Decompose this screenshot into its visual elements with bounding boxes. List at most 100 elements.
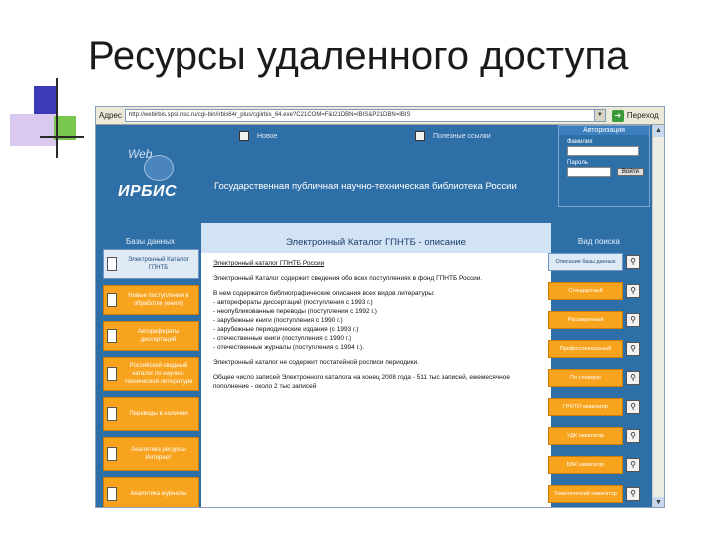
top-link-new[interactable]: Новое xyxy=(199,131,375,141)
search-type-description[interactable]: Описание базы данных ⚲ xyxy=(548,251,640,273)
book-icon xyxy=(107,257,117,271)
decor-vertical-line xyxy=(56,78,58,158)
search-type-heading: Вид поиска xyxy=(577,237,620,246)
auth-panel: Авторизация Фамилия Пароль Войти xyxy=(558,125,650,207)
db-item-union-catalog[interactable]: Российский сводный каталог по научно-тех… xyxy=(103,357,199,391)
search-type-label: Тематический навигатор xyxy=(548,485,623,503)
db-item-electronic-catalog[interactable]: Электронный Каталог ГПНТБ xyxy=(103,249,199,279)
search-type-udc[interactable]: УДК навигатор ⚲ xyxy=(548,425,640,447)
search-type-extended[interactable]: Расширенный ⚲ xyxy=(548,309,640,331)
list-item: - отечественные журналы (поступления с 1… xyxy=(213,344,364,351)
scroll-up-icon[interactable]: ▲ xyxy=(653,125,664,137)
list-item: - неопубликованные переводы (поступления… xyxy=(213,308,377,315)
search-icon[interactable]: ⚲ xyxy=(626,458,640,472)
slide-title: Ресурсы удаленного доступа xyxy=(88,34,629,78)
go-arrow-icon[interactable]: ➜ xyxy=(611,109,624,122)
scroll-down-icon[interactable]: ▼ xyxy=(653,497,664,507)
database-list: Электронный Каталог ГПНТБ Новые поступле… xyxy=(103,249,199,507)
db-item-new-arrivals[interactable]: Новые поступления в обработке (книги) xyxy=(103,285,199,315)
databases-heading: Базы данных xyxy=(126,237,175,246)
document-icon xyxy=(415,131,425,141)
address-label: Адрес xyxy=(99,111,122,120)
book-icon xyxy=(107,447,117,461)
search-type-label: Описание базы данных xyxy=(548,253,623,271)
book-icon xyxy=(107,487,117,501)
db-item-label: Переводы в наличии xyxy=(129,411,188,417)
search-type-grnti[interactable]: ГРНТИ навигатор ⚲ xyxy=(548,396,640,418)
vertical-scrollbar[interactable]: ▲ ▼ xyxy=(652,125,664,507)
search-type-professional[interactable]: Профессиональный ⚲ xyxy=(548,338,640,360)
db-item-journals[interactable]: Аналитика журналы xyxy=(103,477,199,507)
search-icon[interactable]: ⚲ xyxy=(626,342,640,356)
address-dropdown-icon[interactable]: ▼ xyxy=(594,109,606,122)
search-type-dictionary[interactable]: По словарю ⚲ xyxy=(548,367,640,389)
logo-irbis-text: ИРБИС xyxy=(118,183,178,200)
library-name: Государственная публичная научно-техниче… xyxy=(214,181,517,192)
search-icon[interactable]: ⚲ xyxy=(626,371,640,385)
list-item: - отечественные книги (поступления с 199… xyxy=(213,335,352,342)
web-irbis-logo: Web ИРБИС xyxy=(110,147,180,217)
decor-purple-square xyxy=(34,86,56,114)
address-input[interactable]: http://webirbis.spsl.nsc.ru/cgi-bin/irbi… xyxy=(124,109,595,122)
catalog-total: Общее число записей Электронного каталог… xyxy=(213,374,510,390)
search-icon[interactable]: ⚲ xyxy=(626,284,640,298)
surname-label: Фамилия xyxy=(567,139,593,145)
catalog-note: Электронный каталог не содержит постатей… xyxy=(213,359,419,366)
search-icon[interactable]: ⚲ xyxy=(626,429,640,443)
search-type-label: По словарю xyxy=(548,369,623,387)
top-link-useful[interactable]: Полезные ссылки xyxy=(375,131,551,141)
contents-intro: В нем содержатся библиографические описа… xyxy=(213,290,435,297)
catalog-intro: Электронный Каталог содержит сведения об… xyxy=(213,275,483,282)
db-item-label: Аналитика журналы xyxy=(130,491,187,497)
go-button[interactable]: Переход xyxy=(624,111,659,120)
search-icon[interactable]: ⚲ xyxy=(626,255,640,269)
search-type-label: Расширенный xyxy=(548,311,623,329)
search-icon[interactable]: ⚲ xyxy=(626,400,640,414)
top-link-useful-label: Полезные ссылки xyxy=(433,132,491,140)
db-item-translations[interactable]: Переводы в наличии xyxy=(103,397,199,431)
list-item: - зарубежные периодические издания (с 19… xyxy=(213,326,359,333)
db-item-label: Электронный Каталог ГПНТБ xyxy=(128,257,189,271)
top-links: Новое Полезные ссылки xyxy=(199,127,551,145)
decor-lilac-square xyxy=(10,114,58,146)
db-item-label: Новые поступления в обработке (книги) xyxy=(128,293,189,307)
db-item-label: Аналитика ресурсы Интернет xyxy=(131,447,186,461)
search-type-label: УДК навигатор xyxy=(548,427,623,445)
list-item: - авторефераты диссертаций (поступления … xyxy=(213,299,373,306)
top-link-new-label: Новое xyxy=(257,132,278,140)
address-bar: Адрес http://webirbis.spsl.nsc.ru/cgi-bi… xyxy=(96,107,664,125)
search-type-label: Профессиональный xyxy=(548,340,623,358)
db-item-dissertations[interactable]: Авторефераты диссертаций xyxy=(103,321,199,351)
login-button[interactable]: Войти xyxy=(617,168,644,176)
search-type-label: ГРНТИ навигатор xyxy=(548,398,623,416)
book-icon xyxy=(107,407,117,421)
book-icon xyxy=(107,329,117,343)
auth-title: Авторизация xyxy=(559,126,649,135)
db-item-internet-resources[interactable]: Аналитика ресурсы Интернет xyxy=(103,437,199,471)
password-label: Пароль xyxy=(567,160,588,166)
book-icon xyxy=(107,293,117,307)
search-type-label: Стандартный xyxy=(548,282,623,300)
catalog-title: Электронный каталог ГПНТБ России xyxy=(213,260,325,267)
decor-horizontal-line xyxy=(40,136,84,138)
browser-window: Адрес http://webirbis.spsl.nsc.ru/cgi-bi… xyxy=(95,106,665,508)
description-title: Электронный Каталог ГПНТБ - описание xyxy=(201,223,551,253)
search-type-thematic[interactable]: Тематический навигатор ⚲ xyxy=(548,483,640,505)
search-type-standard[interactable]: Стандартный ⚲ xyxy=(548,280,640,302)
list-item: - зарубежные книги (поступления с 1990 г… xyxy=(213,317,343,324)
literature-types: - авторефераты диссертаций (поступления … xyxy=(213,298,539,352)
irbis-page: Новое Полезные ссылки Авторизация Фамили… xyxy=(96,125,654,507)
search-type-list: Описание базы данных ⚲ Стандартный ⚲ Расши… xyxy=(548,251,640,507)
db-item-label: Российский сводный каталог по научно-тех… xyxy=(124,363,193,385)
document-icon xyxy=(239,131,249,141)
description-panel: Электронный Каталог ГПНТБ - описание Эле… xyxy=(201,223,551,507)
book-icon xyxy=(107,367,117,381)
password-input[interactable] xyxy=(567,167,611,177)
db-item-label: Авторефераты диссертаций xyxy=(137,329,180,343)
surname-input[interactable] xyxy=(567,146,639,156)
search-icon[interactable]: ⚲ xyxy=(626,313,640,327)
search-type-bbk[interactable]: ББК навигатор ⚲ xyxy=(548,454,640,476)
logo-web-text: Web xyxy=(128,147,153,161)
search-type-label: ББК навигатор xyxy=(548,456,623,474)
search-icon[interactable]: ⚲ xyxy=(626,487,640,501)
